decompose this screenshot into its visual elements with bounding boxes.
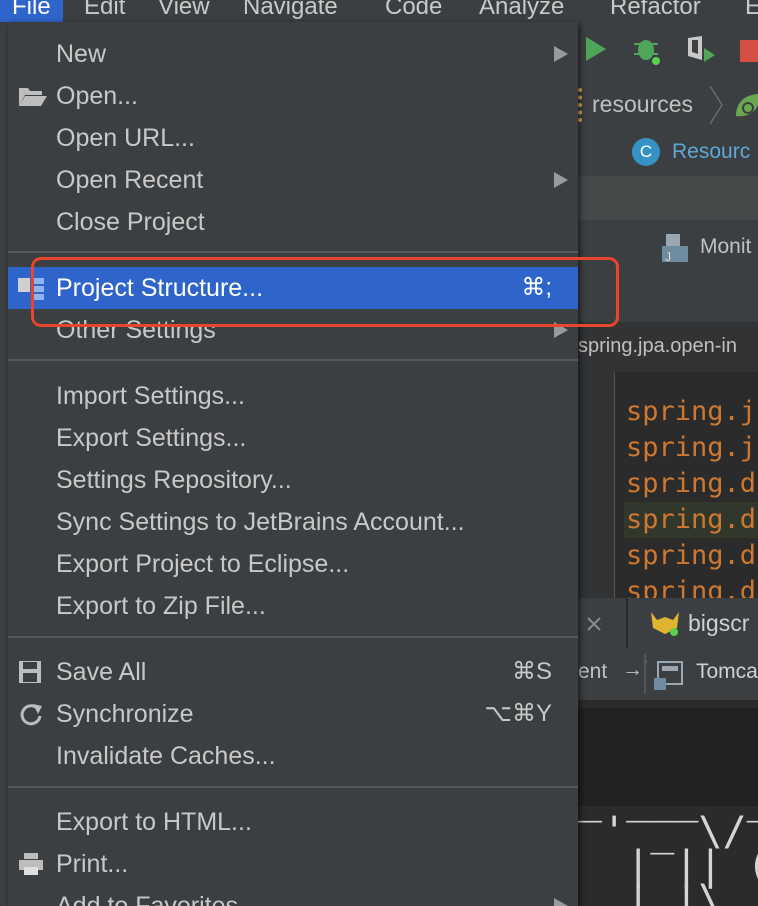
folder-open-icon [19, 88, 47, 106]
menu-item-label: Open URL... [56, 124, 195, 152]
menu-bar: File Edit View Navigate Code Analyze Ref… [0, 0, 758, 23]
tomcat-icon [651, 612, 679, 636]
menu-item-close-project[interactable]: Close Project [8, 202, 578, 242]
menu-item-synchronize[interactable]: Synchronize ⌥⌘Y [8, 694, 578, 734]
menu-item-label: New [56, 40, 107, 68]
menu-item-shortcut: ⌥⌘Y [484, 700, 552, 727]
menu-item-label: Open... [56, 82, 138, 110]
main-toolbar [578, 22, 758, 82]
run-config-tomcat[interactable]: Tomca [696, 660, 758, 684]
menu-item-label: Export Project to Eclipse... [56, 550, 350, 578]
breadcrumb: resources [578, 82, 758, 129]
svg-text:J: J [665, 250, 671, 264]
menu-item-label: Import Settings... [56, 382, 245, 410]
code-line-2: spring.j [626, 432, 757, 463]
tab-strip [578, 176, 758, 220]
folder-icon [578, 88, 586, 122]
breadcrumb-resources[interactable]: resources [592, 91, 693, 118]
menu-item-add-to-favorites[interactable]: Add to Favorites [8, 886, 578, 906]
menu-item-label: Close Project [56, 208, 205, 236]
sync-icon [20, 704, 42, 726]
breadcrumb-separator-icon [709, 85, 723, 125]
menu-item-print[interactable]: Print... [8, 844, 578, 884]
code-line-4: spring.d [624, 502, 758, 538]
highlight-box [31, 257, 619, 327]
run-toolbar: ent →˙ Tomca [578, 648, 758, 700]
ascii-art-line-4: | |\ [578, 877, 747, 906]
menu-item-label: Sync Settings to JetBrains Account... [56, 508, 465, 536]
submenu-arrow-icon [554, 46, 568, 62]
menu-item-label: Export Settings... [56, 424, 247, 452]
menu-item-export-to-zip[interactable]: Export to Zip File... [8, 586, 578, 626]
close-tab-icon[interactable] [586, 616, 602, 632]
menu-item-export-to-html[interactable]: Export to HTML... [8, 802, 578, 842]
code-editor[interactable]: spring.j spring.j spring.d spring.d spri… [578, 372, 758, 598]
stop-icon[interactable] [740, 40, 758, 62]
submenu-arrow-icon [554, 898, 568, 906]
editor-tabs: C Resourc [578, 128, 758, 176]
menu-item-open[interactable]: Open... [8, 76, 578, 116]
menu-item-sync-settings[interactable]: Sync Settings to JetBrains Account... [8, 502, 578, 542]
tool-tab-monitor[interactable]: Monit [700, 235, 751, 259]
menu-item-label: Save All [56, 658, 147, 686]
left-tool-strip [0, 22, 8, 906]
menu-item-export-settings[interactable]: Export Settings... [8, 418, 578, 458]
menu-separator [8, 251, 578, 253]
menu-item-settings-repository[interactable]: Settings Repository... [8, 460, 578, 500]
run-tabs: bigscr [578, 598, 758, 649]
menu-item-invalidate-caches[interactable]: Invalidate Caches... [8, 736, 578, 776]
menu-item-label: Settings Repository... [56, 466, 292, 494]
menu-refactor[interactable]: Refactor [610, 0, 701, 22]
menu-item-new[interactable]: New [8, 34, 578, 74]
menu-item-label: Print... [56, 850, 129, 878]
code-line-5: spring.d [626, 540, 757, 571]
menu-file[interactable]: File [0, 0, 63, 22]
menu-separator [8, 636, 578, 638]
menu-navigate[interactable]: Navigate [243, 0, 338, 22]
file-menu: New Open... Open URL... Open Recent Clos… [8, 22, 578, 906]
editor-gutter [578, 372, 615, 598]
spring-leaf-icon [736, 94, 758, 117]
menu-item-open-url[interactable]: Open URL... [8, 118, 578, 158]
console: _ ___ ___ _ ' _ \/ _` | || (_| | |\ [578, 700, 758, 906]
path-bar: spring.jpa.open-in [578, 322, 758, 373]
editor-tab-resources[interactable]: Resourc [672, 140, 750, 164]
menu-item-export-to-eclipse[interactable]: Export Project to Eclipse... [8, 544, 578, 584]
menu-item-label: Open Recent [56, 166, 204, 194]
menu-separator [8, 359, 578, 361]
code-line-6: spring.d [626, 576, 757, 598]
submenu-arrow-icon [554, 172, 568, 188]
server-icon [654, 661, 683, 690]
monitor-file-icon: J [662, 234, 688, 264]
menu-item-open-recent[interactable]: Open Recent [8, 160, 578, 200]
menu-item-label: Export to Zip File... [56, 592, 266, 620]
menu-item-label: Invalidate Caches... [56, 742, 276, 770]
debug-icon[interactable] [632, 34, 662, 66]
code-line-3: spring.d [626, 468, 757, 499]
menu-item-label: Export to HTML... [56, 808, 252, 836]
menu-code[interactable]: Code [385, 0, 442, 22]
run-tab-bigscreen[interactable]: bigscr [688, 610, 749, 637]
menu-view[interactable]: View [158, 0, 210, 22]
tab-divider [626, 598, 628, 648]
menu-item-import-settings[interactable]: Import Settings... [8, 376, 578, 416]
print-icon [19, 853, 43, 875]
path-text: spring.jpa.open-in [578, 335, 737, 357]
menu-item-label: Synchronize [56, 700, 194, 728]
coverage-icon[interactable] [684, 34, 716, 66]
menu-item-shortcut: ⌘S [511, 658, 552, 685]
menu-more[interactable]: E [745, 0, 758, 22]
class-icon: C [632, 138, 660, 166]
menu-item-save-all[interactable]: Save All ⌘S [8, 652, 578, 692]
code-line-1: spring.j [626, 396, 757, 427]
menu-separator [8, 786, 578, 788]
toolbar-divider [644, 654, 646, 694]
run-icon[interactable] [584, 36, 608, 62]
menu-item-label: Add to Favorites [56, 892, 239, 906]
save-icon [19, 661, 41, 683]
menu-edit[interactable]: Edit [84, 0, 125, 22]
menu-analyze[interactable]: Analyze [479, 0, 564, 22]
run-left-text: ent [578, 660, 608, 683]
